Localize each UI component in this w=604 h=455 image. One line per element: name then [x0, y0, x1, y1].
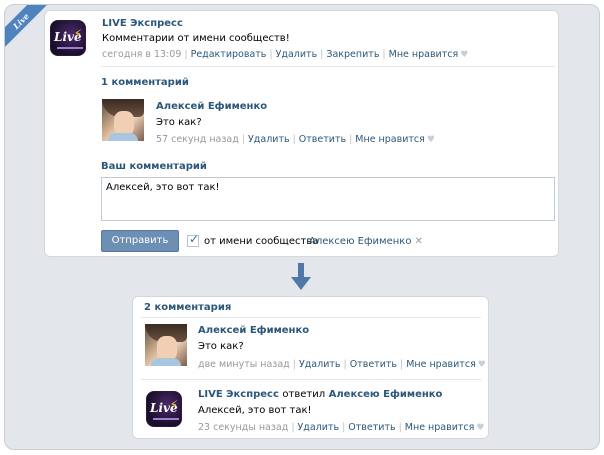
post-meta: сегодня в 13:09 | Редактировать | Удалить | За…: [102, 49, 468, 60]
comment-time[interactable]: 57 секунд назад: [156, 134, 239, 145]
your-comment-title: Ваш комментарий: [101, 161, 207, 172]
avatar-collar: [151, 358, 181, 366]
lightning-icon: ⚡: [169, 398, 178, 412]
ribbon-label: Live: [5, 5, 49, 49]
avatar-underline: [153, 418, 179, 420]
as-community-checkbox[interactable]: ✓: [187, 232, 200, 247]
arrow-down-icon: [291, 263, 311, 291]
reply-link[interactable]: Ответить: [299, 134, 346, 145]
comment-time[interactable]: две минуты назад: [198, 359, 290, 370]
like-link[interactable]: Мне нравится: [355, 134, 425, 145]
separator: |: [292, 359, 296, 370]
heart-icon[interactable]: ♥: [478, 360, 486, 370]
separator: |: [400, 359, 404, 370]
comment-author-link[interactable]: Алексей Ефименко: [198, 325, 309, 336]
separator: |: [292, 134, 296, 145]
comment-text: Это как?: [156, 117, 202, 128]
separator: |: [184, 49, 188, 60]
edit-link[interactable]: Редактировать: [191, 49, 267, 60]
post-time[interactable]: сегодня в 13:09: [102, 49, 181, 60]
separator: |: [382, 49, 386, 60]
comment-textarea[interactable]: Алексей, это вот так!: [101, 177, 555, 221]
separator: |: [291, 422, 295, 433]
divider: [101, 66, 555, 67]
replied-word: ответил: [282, 389, 326, 400]
community-name-link[interactable]: LIVE Экспресс: [198, 389, 279, 400]
pin-link[interactable]: Закрепить: [326, 49, 379, 60]
reply-to-name[interactable]: Алексею Ефименко: [309, 236, 411, 247]
delete-link[interactable]: Удалить: [248, 134, 290, 145]
separator: |: [241, 134, 246, 145]
comment-text: Это как?: [198, 341, 244, 352]
commenter-avatar[interactable]: [145, 324, 187, 366]
commenter-avatar[interactable]: [102, 99, 144, 141]
like-link[interactable]: Мне нравится: [405, 422, 475, 433]
corner-ribbon: Live: [5, 5, 49, 49]
avatar-collar: [108, 133, 138, 141]
reply-to-tag: Алексею Ефименко ✕: [309, 236, 423, 247]
as-community-label[interactable]: от имени сообщества: [204, 236, 318, 247]
lightning-icon: ⚡: [73, 27, 82, 41]
heart-icon[interactable]: ♥: [427, 135, 435, 145]
close-icon[interactable]: ✕: [414, 236, 422, 247]
separator: |: [343, 359, 347, 370]
post-text: Комментарии от имени сообществ!: [102, 33, 290, 44]
separator: |: [269, 49, 273, 60]
separator: |: [342, 422, 346, 433]
divider: [141, 317, 481, 318]
post-card: Live ⚡ LIVE Экспресс Комментарии от имен…: [44, 10, 559, 257]
reply-link[interactable]: Ответить: [350, 359, 397, 370]
reply-header: LIVE Экспресс ответил Алексею Ефименко: [198, 389, 442, 400]
community-avatar[interactable]: Live ⚡: [50, 20, 86, 56]
comment-meta: две минуты назад | Удалить | Ответить | Мне нр…: [198, 359, 486, 370]
like-link[interactable]: Мне нравится: [406, 359, 476, 370]
delete-link[interactable]: Удалить: [276, 49, 318, 60]
comments-count[interactable]: 1 комментарий: [101, 77, 189, 88]
heart-icon[interactable]: ♥: [476, 423, 484, 433]
replied-to-link[interactable]: Алексею Ефименко: [329, 389, 443, 400]
separator: |: [320, 49, 324, 60]
comment-text: Алексей, это вот так!: [198, 405, 312, 416]
post-author-link[interactable]: LIVE Экспресс: [102, 18, 183, 29]
comment-meta: 57 секунд назад | Удалить | Ответить | Мне нра…: [156, 134, 435, 145]
checkmark-icon: ✓: [189, 232, 200, 246]
send-button[interactable]: Отправить: [101, 230, 179, 252]
comments-count[interactable]: 2 комментария: [144, 302, 231, 313]
heart-icon[interactable]: ♥: [460, 50, 468, 60]
comment-time[interactable]: 23 секунды назад: [198, 422, 288, 433]
comment-meta: 23 секунды назад | Удалить | Ответить | Мне нр…: [198, 422, 484, 433]
separator: |: [398, 422, 402, 433]
separator: |: [349, 134, 353, 145]
result-card: 2 комментария Алексей Ефименко Это как? …: [132, 296, 489, 439]
reply-link[interactable]: Ответить: [348, 422, 395, 433]
comment-author-link[interactable]: Алексей Ефименко: [156, 101, 267, 112]
delete-link[interactable]: Удалить: [298, 422, 340, 433]
community-avatar[interactable]: Live ⚡: [146, 391, 182, 427]
like-link[interactable]: Мне нравится: [389, 49, 459, 60]
divider: [141, 379, 481, 380]
avatar-underline: [57, 47, 83, 49]
delete-link[interactable]: Удалить: [299, 359, 341, 370]
